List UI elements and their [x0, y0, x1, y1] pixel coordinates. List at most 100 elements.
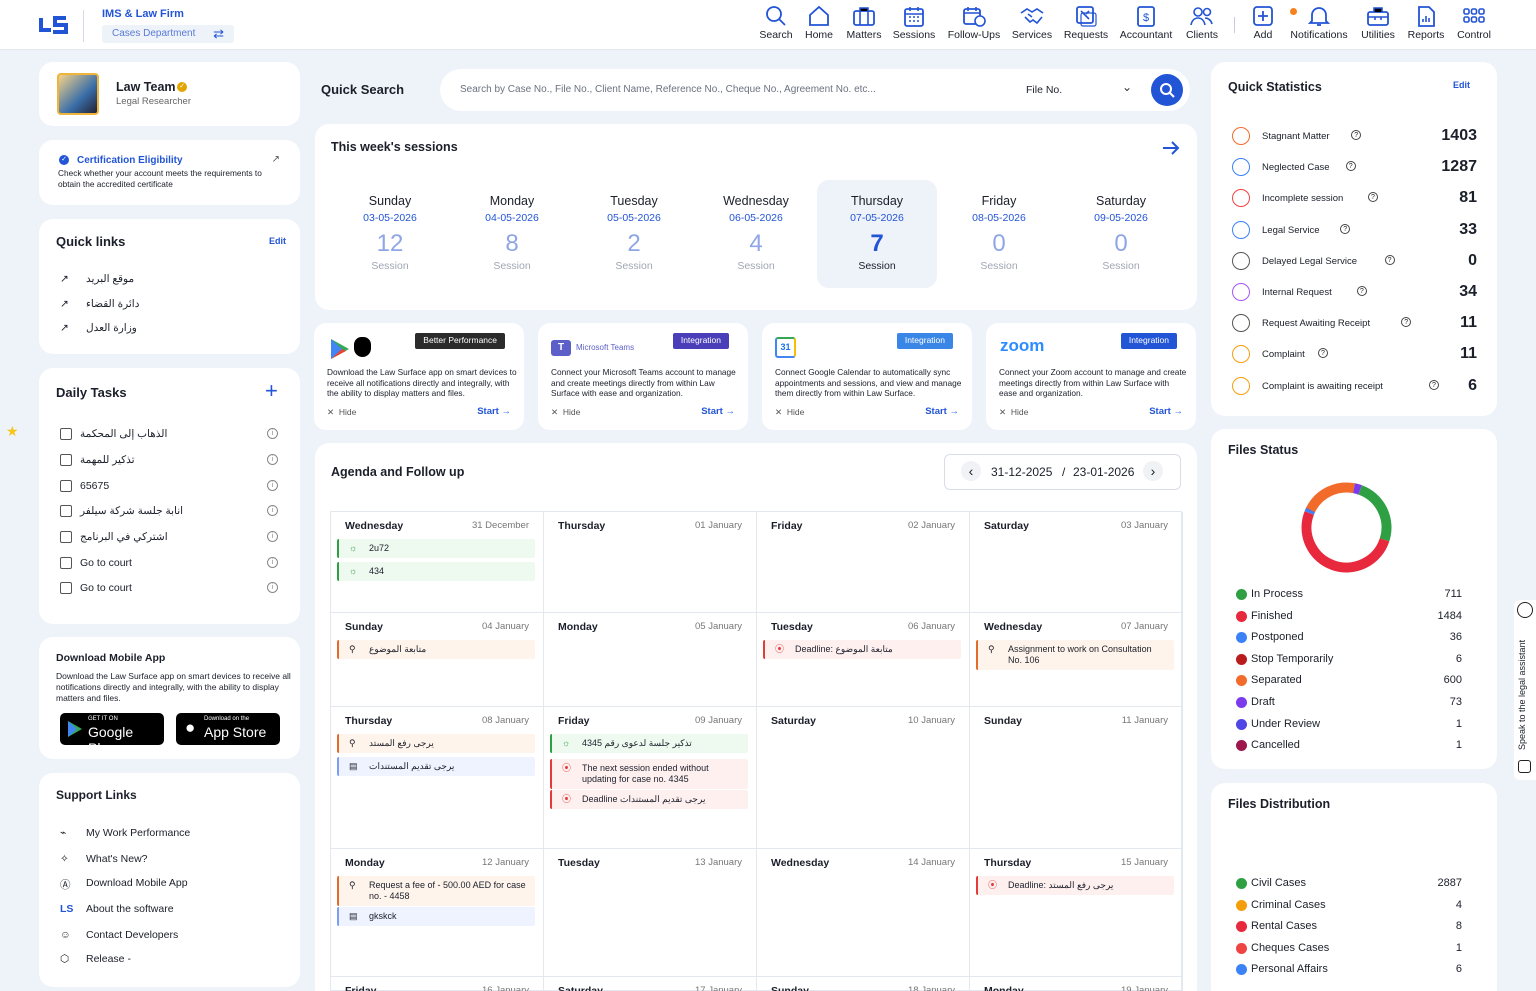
statistic-row[interactable]: Internal Request? 34 [1232, 283, 1480, 303]
agenda-day-cell[interactable]: Sunday 11 January [970, 707, 1183, 849]
info-icon[interactable]: i [267, 505, 278, 516]
agenda-day-cell[interactable]: Monday 19 January [970, 977, 1183, 991]
start-button[interactable]: Start → [925, 406, 959, 417]
start-button[interactable]: Start → [701, 406, 735, 417]
day-tuesday[interactable]: Tuesday 05-05-2026 2 Session [574, 180, 694, 288]
donut-segment[interactable] [1352, 483, 1362, 495]
agenda-event[interactable]: ⦿ Deadline: يرجى رفع المستد [976, 876, 1174, 895]
help-icon[interactable]: ? [1317, 348, 1328, 359]
agenda-event[interactable]: ▤ gkskck [337, 907, 535, 926]
info-icon[interactable]: i [267, 531, 278, 542]
help-icon[interactable]: ? [1401, 317, 1412, 328]
agenda-day-cell[interactable]: Saturday 17 January [544, 977, 757, 991]
statistic-row[interactable]: Delayed Legal Service? 0 [1232, 251, 1480, 272]
statistic-row[interactable]: Incomplete session? 81 [1232, 189, 1480, 209]
profile-card[interactable]: Law Team ✓ Legal Researcher [39, 62, 300, 126]
day-sunday[interactable]: Sunday 03-05-2026 12 Session [330, 180, 450, 288]
nav-matters[interactable]: Matters [842, 5, 886, 45]
nav-search[interactable]: Search [756, 5, 796, 45]
agenda-day-cell[interactable]: Thursday 15 January ⦿ Deadline: يرجى رفع ال… [970, 849, 1183, 977]
help-icon[interactable]: ? [1345, 161, 1356, 172]
donut-segment[interactable] [1358, 485, 1392, 542]
agenda-event[interactable]: ⚲ Request a fee of - 500.00 AED for case … [337, 876, 535, 906]
agenda-event[interactable]: ☼ 2u72 [337, 539, 535, 558]
nav-clients[interactable]: Clients [1182, 5, 1222, 45]
search-filter-select[interactable]: File No. [1026, 84, 1062, 96]
day-friday[interactable]: Friday 08-05-2026 0 Session [939, 180, 1059, 288]
agenda-day-cell[interactable]: Friday 02 January [757, 512, 970, 613]
statistic-row[interactable]: Neglected Case? 1287 [1232, 158, 1480, 178]
help-icon[interactable]: ? [1384, 254, 1395, 265]
external-link-icon[interactable]: ↗ [272, 154, 280, 165]
day-wednesday[interactable]: Wednesday 06-05-2026 4 Session [696, 180, 816, 288]
arrow-right-icon[interactable] [1162, 140, 1180, 156]
donut-segment[interactable] [1301, 511, 1390, 573]
nav-sessions[interactable]: Sessions [890, 5, 938, 45]
nav-notifications[interactable]: Notifications [1288, 5, 1350, 45]
donut-segment[interactable] [1306, 482, 1355, 513]
agenda-event[interactable]: ⚲ Assignment to work on Consultation No. … [976, 640, 1174, 670]
agenda-day-cell[interactable]: Thursday 01 January [544, 512, 757, 613]
nav-requests[interactable]: Requests [1062, 5, 1110, 45]
agenda-day-cell[interactable]: Monday 05 January [544, 613, 757, 707]
statistic-row[interactable]: Legal Service? 33 [1232, 220, 1480, 241]
info-icon[interactable]: i [267, 428, 278, 439]
nav-follow-ups[interactable]: Follow-Ups [944, 5, 1004, 45]
department-switcher[interactable]: Cases Department ⇄ [102, 25, 234, 43]
day-saturday[interactable]: Saturday 09-05-2026 0 Session [1061, 180, 1181, 288]
quick-links-edit-button[interactable]: Edit [269, 236, 286, 246]
agenda-event[interactable]: ☼ تذكير جلسة لدعوى رقم 4345 [550, 734, 748, 753]
help-icon[interactable]: ? [1428, 379, 1439, 390]
agenda-day-cell[interactable]: Tuesday 06 January ⦿ Deadline: متابعة الموض… [757, 613, 970, 707]
task-checkbox[interactable] [60, 505, 72, 517]
task-checkbox[interactable] [60, 557, 72, 569]
app-store-button[interactable]: ● Download on the App Store [176, 713, 280, 745]
agenda-day-cell[interactable]: Wednesday 14 January [757, 849, 970, 977]
agenda-day-cell[interactable]: Friday 16 January [331, 977, 544, 991]
hide-button[interactable]: ✕ Hide [775, 407, 804, 418]
nav-accountant[interactable]: $ Accountant [1116, 5, 1176, 45]
agenda-day-cell[interactable]: Sunday 18 January [757, 977, 970, 991]
certification-card[interactable]: ✓ Certification Eligibility ↗ Check whet… [39, 140, 300, 205]
search-button[interactable] [1151, 74, 1183, 106]
task-checkbox[interactable] [60, 480, 72, 492]
help-icon[interactable]: ? [1351, 130, 1362, 140]
agenda-day-cell[interactable]: Saturday 10 January [757, 707, 970, 849]
start-button[interactable]: Start → [477, 406, 511, 417]
start-button[interactable]: Start → [1149, 406, 1183, 417]
agenda-day-cell[interactable]: Tuesday 13 January [544, 849, 757, 977]
chevron-down-icon[interactable]: ⌄ [1122, 80, 1132, 94]
help-icon[interactable]: ? [1367, 192, 1378, 203]
agenda-event[interactable]: ⚲ يرجى رفع المستد [337, 734, 535, 753]
agenda-event[interactable]: ⦿ Deadline يرجى تقديم المستندات [550, 790, 748, 809]
statistic-row[interactable]: Request Awaiting Receipt? 11 [1232, 314, 1480, 334]
switch-icon[interactable]: ⇄ [213, 26, 224, 42]
statistic-row[interactable]: Complaint is awaiting receipt? 6 [1232, 376, 1480, 397]
date-range-picker[interactable]: ‹ 31-12-2025 / 23-01-2026 › [944, 454, 1181, 490]
day-monday[interactable]: Monday 04-05-2026 8 Session [452, 180, 572, 288]
nav-services[interactable]: Services [1008, 5, 1056, 45]
help-icon[interactable]: ? [1340, 223, 1351, 234]
info-icon[interactable]: i [267, 454, 278, 465]
logo-icon[interactable] [38, 12, 70, 38]
agenda-event[interactable]: ▤ يرجى تقديم المستندات [337, 757, 535, 776]
favorite-star-icon[interactable]: ★ [6, 423, 19, 440]
hide-button[interactable]: ✕ Hide [327, 407, 356, 418]
nav-home[interactable]: Home [800, 5, 838, 45]
legal-assistant-tab[interactable]: Speak to the legal assistant [1514, 600, 1536, 780]
donut-segment[interactable] [1304, 507, 1316, 515]
task-checkbox[interactable] [60, 531, 72, 543]
agenda-day-cell[interactable]: Saturday 03 January [970, 512, 1183, 613]
task-checkbox[interactable] [60, 454, 72, 466]
day-thursday[interactable]: Thursday 07-05-2026 7 Session [817, 180, 937, 288]
agenda-event[interactable]: ⦿ The next session ended without updating… [550, 759, 748, 789]
nav-control[interactable]: Control [1454, 5, 1494, 45]
agenda-day-cell[interactable]: Wednesday 31 December ☼ 2u72 ☼ 434 [331, 512, 544, 613]
statistic-row[interactable]: Complaint? 11 [1232, 345, 1480, 365]
chevron-right-icon[interactable]: › [1143, 461, 1163, 481]
statistic-row[interactable]: Stagnant Matter? 1403 [1232, 127, 1480, 147]
agenda-day-cell[interactable]: Friday 09 January ☼ تذكير جلسة لدعوى رقم 43… [544, 707, 757, 849]
agenda-event[interactable]: ⚲ متابعة الموضوع [337, 640, 535, 659]
info-icon[interactable]: i [267, 480, 278, 491]
nav-reports[interactable]: Reports [1406, 5, 1446, 45]
